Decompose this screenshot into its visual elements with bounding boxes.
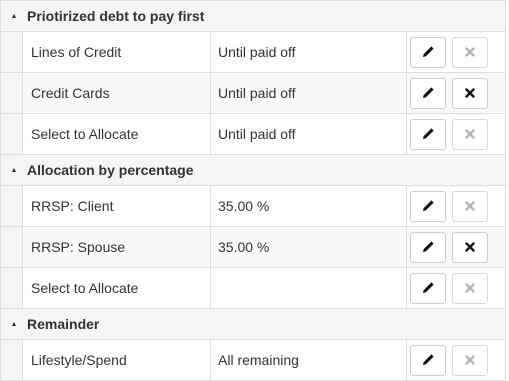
row-value: All remaining [211, 340, 407, 380]
pencil-icon [423, 282, 434, 293]
delete-button[interactable] [452, 231, 488, 263]
row-name: Lines of Credit [23, 32, 211, 72]
group-header-prioritized-debt[interactable]: ▲ Priotirized debt to pay first [1, 0, 505, 31]
allocation-grid: ▲ Priotirized debt to pay first Lines of… [0, 0, 506, 381]
delete-button[interactable] [452, 272, 488, 304]
row-indent [1, 186, 23, 226]
row-actions [407, 114, 505, 154]
delete-button[interactable] [452, 77, 488, 109]
row-value: Until paid off [211, 114, 407, 154]
row-value [211, 268, 407, 308]
edit-button[interactable] [410, 190, 446, 222]
row-value: 35.00 % [211, 186, 407, 226]
pencil-icon [423, 354, 434, 365]
group-title: Remainder [27, 316, 100, 332]
table-row: RRSP: Client 35.00 % [1, 185, 505, 226]
group-header-allocation-percentage[interactable]: ▲ Allocation by percentage [1, 154, 505, 185]
pencil-icon [423, 200, 434, 211]
x-icon [465, 242, 475, 252]
row-actions [407, 268, 505, 308]
row-name: RRSP: Client [23, 186, 211, 226]
x-icon [465, 201, 475, 211]
table-row: RRSP: Spouse 35.00 % [1, 226, 505, 267]
row-indent [1, 114, 23, 154]
row-indent [1, 227, 23, 267]
row-value: 35.00 % [211, 227, 407, 267]
row-name: Credit Cards [23, 73, 211, 113]
table-row: Lifestyle/Spend All remaining [1, 339, 505, 380]
row-indent [1, 268, 23, 308]
x-icon [465, 283, 475, 293]
table-row: Select to Allocate Until paid off [1, 113, 505, 154]
row-actions [407, 32, 505, 72]
row-name: Lifestyle/Spend [23, 340, 211, 380]
table-row: Credit Cards Until paid off [1, 72, 505, 113]
edit-button[interactable] [410, 344, 446, 376]
edit-button[interactable] [410, 231, 446, 263]
pencil-icon [423, 87, 434, 98]
row-actions [407, 186, 505, 226]
delete-button[interactable] [452, 190, 488, 222]
table-row: Select to Allocate [1, 267, 505, 308]
x-icon [465, 129, 475, 139]
delete-button[interactable] [452, 118, 488, 150]
row-actions [407, 340, 505, 380]
pencil-icon [423, 46, 434, 57]
edit-button[interactable] [410, 77, 446, 109]
collapse-triangle-icon[interactable]: ▲ [1, 320, 27, 328]
edit-button[interactable] [410, 272, 446, 304]
row-indent [1, 32, 23, 72]
x-icon [465, 47, 475, 57]
row-indent [1, 73, 23, 113]
row-actions [407, 227, 505, 267]
row-name: Select to Allocate [23, 268, 211, 308]
x-icon [465, 88, 475, 98]
group-title: Allocation by percentage [27, 162, 194, 178]
row-value: Until paid off [211, 32, 407, 72]
collapse-triangle-icon[interactable]: ▲ [1, 166, 27, 174]
row-name: RRSP: Spouse [23, 227, 211, 267]
collapse-triangle-icon[interactable]: ▲ [1, 12, 27, 20]
row-indent [1, 340, 23, 380]
pencil-icon [423, 241, 434, 252]
group-header-remainder[interactable]: ▲ Remainder [1, 308, 505, 339]
pencil-icon [423, 128, 434, 139]
row-name: Select to Allocate [23, 114, 211, 154]
row-actions [407, 73, 505, 113]
row-value: Until paid off [211, 73, 407, 113]
edit-button[interactable] [410, 36, 446, 68]
delete-button[interactable] [452, 36, 488, 68]
x-icon [465, 355, 475, 365]
delete-button[interactable] [452, 344, 488, 376]
group-title: Priotirized debt to pay first [27, 8, 205, 24]
edit-button[interactable] [410, 118, 446, 150]
table-row: Lines of Credit Until paid off [1, 31, 505, 72]
